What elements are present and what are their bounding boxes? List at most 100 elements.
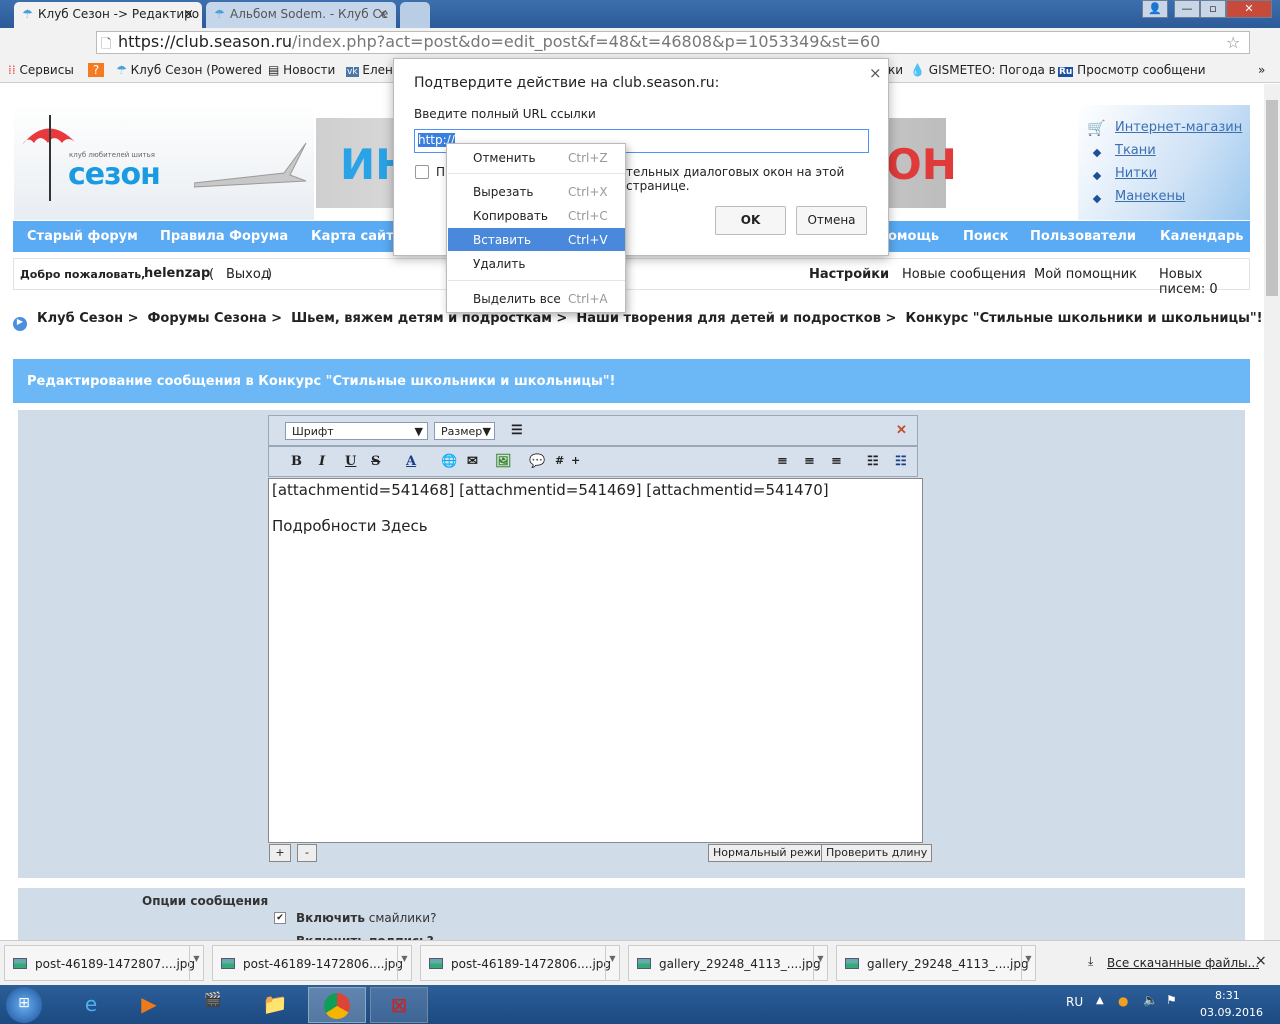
tray-app-icon[interactable]: ● <box>1118 994 1128 1008</box>
cancel-button[interactable]: Отмена <box>796 206 867 235</box>
align-center-icon[interactable]: ≡ <box>804 454 815 469</box>
nav-rules[interactable]: Правила Форума <box>160 229 288 244</box>
minimize-button[interactable]: — <box>1174 0 1200 18</box>
action-center-flag-icon[interactable]: ⚑ <box>1166 993 1177 1007</box>
unordered-list-icon[interactable]: ☷ <box>895 454 907 469</box>
italic-icon[interactable]: I <box>319 454 325 469</box>
new-tab-button[interactable] <box>400 2 430 28</box>
bookmark-partial[interactable]: ки <box>888 63 903 77</box>
new-mail-link[interactable]: Новых писем: 0 <box>1159 267 1249 297</box>
tab-inactive[interactable]: ☂ Альбом Sodem. - Клуб Се × <box>206 2 396 28</box>
download-item[interactable]: post-46189-1472807....jpg ▼ <box>4 945 204 981</box>
bookmark-news[interactable]: ▤ Новости <box>268 63 335 77</box>
close-tab-icon[interactable]: × <box>377 7 388 22</box>
tray-expand-icon[interactable]: ▲ <box>1096 995 1104 1006</box>
normal-mode-button[interactable]: Нормальный режим <box>708 844 835 862</box>
underline-icon[interactable]: U <box>345 454 356 469</box>
new-posts-link[interactable]: Новые сообщения <box>902 267 1026 282</box>
star-icon[interactable]: ☆ <box>1226 33 1240 52</box>
nav-old-forum[interactable]: Старый форум <box>27 229 138 244</box>
bookmarks-more[interactable]: » <box>1258 63 1265 77</box>
help-bookmark-icon[interactable]: ? <box>88 63 104 77</box>
nav-help[interactable]: омощь <box>888 229 939 244</box>
explorer-icon[interactable]: 📁 <box>246 987 304 1023</box>
smilies-checkbox[interactable]: ✔ <box>274 912 286 924</box>
menu-item-select-all[interactable]: Выделить все Ctrl+A <box>448 287 625 310</box>
ordered-list-icon[interactable]: ☷ <box>867 454 879 469</box>
size-select[interactable]: Размер ▼ <box>434 422 495 440</box>
chrome-icon[interactable] <box>308 987 366 1023</box>
address-bar-text[interactable]: https://club.season.ru/index.php?act=pos… <box>118 32 1218 53</box>
align-left-icon[interactable]: ≡ <box>777 454 788 469</box>
bookmark-gismeteo[interactable]: 💧 GISMETEO: Погода в <box>910 63 1056 77</box>
link-icon[interactable]: 🌐 <box>441 454 457 469</box>
html-icon[interactable]: + <box>571 454 580 467</box>
message-textarea[interactable]: [attachmentid=541468] [attachmentid=5414… <box>268 478 923 843</box>
threads-link[interactable]: Нитки <box>1115 166 1157 181</box>
nav-users[interactable]: Пользователи <box>1030 229 1136 244</box>
logout-link[interactable]: Выход <box>226 267 270 282</box>
chevron-down-icon[interactable]: ▼ <box>397 946 411 980</box>
breadcrumb-item[interactable]: Клуб Сезон > <box>37 311 138 326</box>
tab-active[interactable]: ☂ Клуб Сезон -> Редактиро × <box>14 2 202 28</box>
chevron-down-icon[interactable]: ▼ <box>813 946 827 980</box>
quote-icon[interactable]: 💬 <box>529 454 545 469</box>
fabrics-link[interactable]: Ткани <box>1115 143 1156 158</box>
assistant-link[interactable]: Мой помощник <box>1034 267 1137 282</box>
bookmark-apps[interactable]: ⁞⁞ Сервисы <box>8 63 74 77</box>
paint-icon[interactable]: ⊠ <box>370 987 428 1023</box>
nav-sitemap[interactable]: Карта сайт <box>311 229 394 244</box>
shop-link[interactable]: Интернет-магазин <box>1115 120 1242 135</box>
user-button[interactable]: 👤 <box>1142 0 1168 18</box>
breadcrumb-item[interactable]: Конкурс "Стильные школьники и школьницы"… <box>905 311 1262 326</box>
font-select[interactable]: Шрифт ▼ <box>285 422 428 440</box>
mannequins-link[interactable]: Манекены <box>1115 189 1185 204</box>
clock-time[interactable]: 8:31 <box>1215 989 1240 1002</box>
chevron-down-icon[interactable]: ▼ <box>605 946 619 980</box>
menu-item-paste[interactable]: Вставить Ctrl+V <box>448 228 625 251</box>
menu-item-copy[interactable]: Копировать Ctrl+C <box>448 204 625 227</box>
image-icon[interactable]: 🖼 <box>495 454 512 469</box>
ok-button[interactable]: OK <box>715 206 786 235</box>
indent-icon[interactable]: ☰ <box>511 423 523 438</box>
download-item[interactable]: post-46189-1472806....jpg ▼ <box>420 945 620 981</box>
suppress-dialogs-checkbox[interactable] <box>415 165 429 179</box>
dialog-close-button[interactable]: × <box>869 64 882 82</box>
strikethrough-icon[interactable]: S <box>371 454 380 469</box>
language-indicator[interactable]: RU <box>1066 995 1083 1009</box>
all-downloads-link[interactable]: Все скачанные файлы... <box>1107 956 1259 970</box>
bold-icon[interactable]: B <box>291 454 302 469</box>
clock-date[interactable]: 03.09.2016 <box>1200 1006 1263 1019</box>
align-right-icon[interactable]: ≡ <box>831 454 842 469</box>
bookmark-vk[interactable]: vk Елен <box>346 63 393 77</box>
username-link[interactable]: helenzap <box>144 266 210 281</box>
enlarge-button[interactable]: + <box>269 844 291 862</box>
settings-link[interactable]: Настройки <box>809 267 889 282</box>
close-window-button[interactable]: ✕ <box>1226 0 1272 18</box>
media-classic-icon[interactable]: 🎬 <box>184 987 242 1023</box>
bookmark-ru[interactable]: Ru Просмотр сообщени <box>1058 63 1206 77</box>
menu-item-delete[interactable]: Удалить <box>448 252 625 275</box>
code-icon[interactable]: # <box>555 454 564 467</box>
start-button[interactable]: ⊞ <box>6 987 42 1023</box>
breadcrumb-item[interactable]: Форумы Сезона > <box>148 311 283 326</box>
download-item[interactable]: post-46189-1472806....jpg ▼ <box>212 945 412 981</box>
breadcrumb-item[interactable]: Наши творения для детей и подростков > <box>576 311 896 326</box>
close-downloads-button[interactable]: × <box>1255 953 1267 969</box>
download-item[interactable]: gallery_29248_4113_....jpg ▼ <box>628 945 828 981</box>
shrink-button[interactable]: - <box>297 844 317 862</box>
close-editor-icon[interactable]: ✕ <box>896 423 907 438</box>
site-logo[interactable]: клуб любителей шитья сезон <box>14 105 314 220</box>
bookmark-club[interactable]: ☂ Клуб Сезон (Powered <box>116 63 262 77</box>
email-icon[interactable]: ✉ <box>467 454 478 469</box>
close-tab-icon[interactable]: × <box>183 7 194 22</box>
nav-calendar[interactable]: Календарь <box>1160 229 1244 244</box>
volume-icon[interactable]: 🔈 <box>1143 993 1158 1007</box>
nav-search[interactable]: Поиск <box>963 229 1008 244</box>
breadcrumb-item[interactable]: Шьем, вяжем детям и подросткам > <box>291 311 567 326</box>
chevron-down-icon[interactable]: ▼ <box>1021 946 1035 980</box>
download-item[interactable]: gallery_29248_4113_....jpg ▼ <box>836 945 1036 981</box>
font-color-icon[interactable]: A <box>406 454 416 469</box>
scrollbar-thumb[interactable] <box>1266 100 1278 296</box>
check-length-button[interactable]: Проверить длину <box>821 844 933 862</box>
